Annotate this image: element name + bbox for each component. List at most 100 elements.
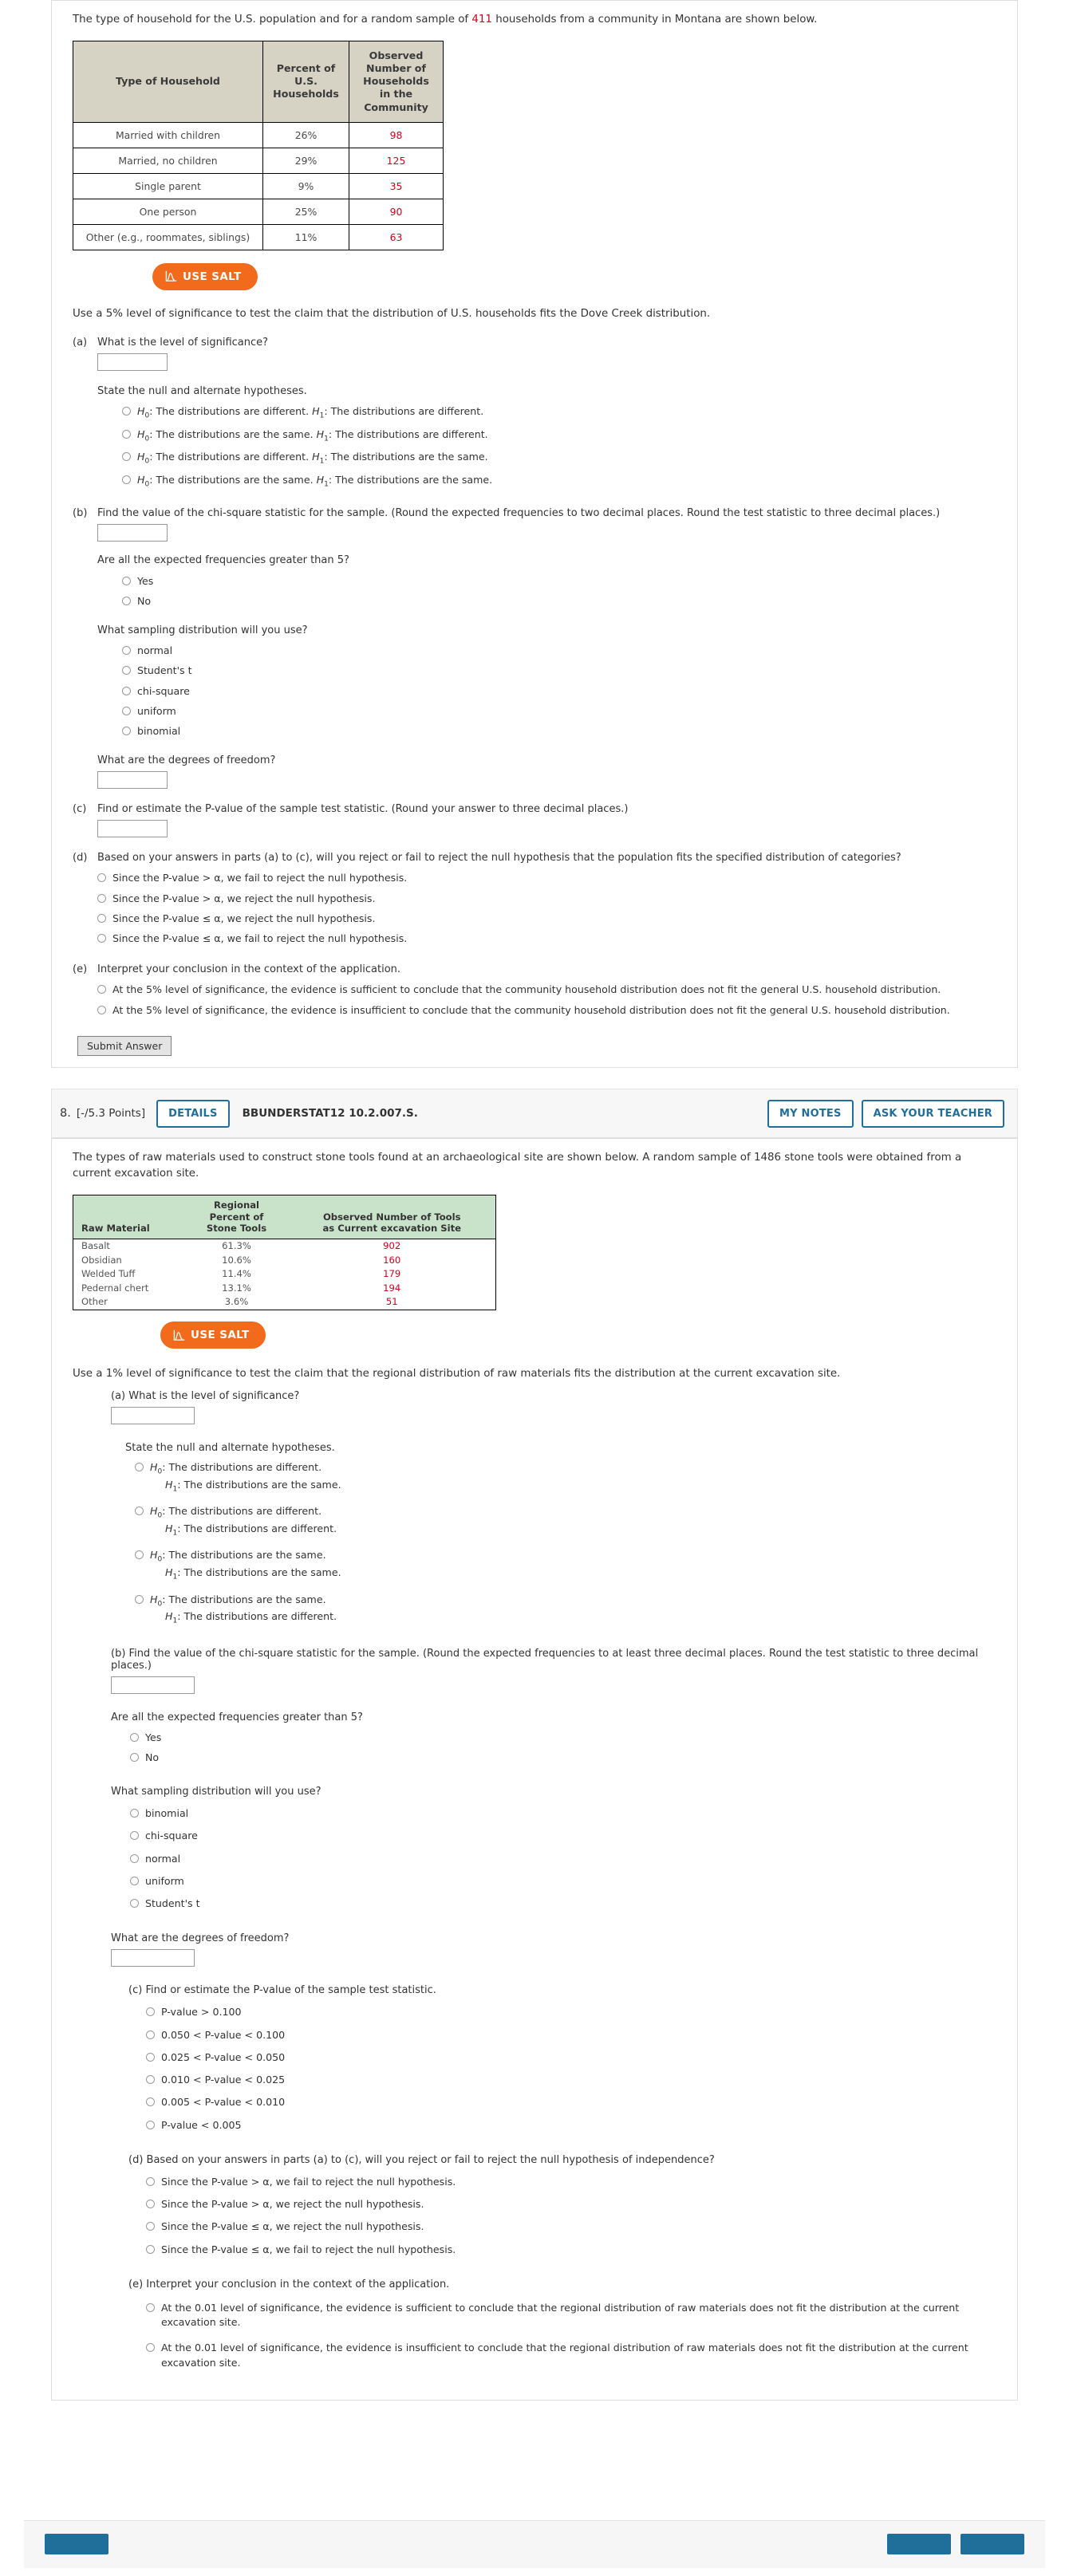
conclusion-option-1[interactable]: Since the P-value > α, we fail to reject…: [146, 2171, 996, 2193]
hypothesis-option-1[interactable]: H0: The distributions are different. H1:…: [135, 1459, 996, 1503]
chi-square-statistic-input[interactable]: [111, 1676, 195, 1694]
hypothesis-option-3[interactable]: H0: The distributions are different. H1:…: [122, 447, 996, 471]
radio-icon[interactable]: [122, 475, 131, 484]
radio-icon[interactable]: [122, 452, 131, 462]
p-value-option-6[interactable]: P-value < 0.005: [146, 2114, 996, 2137]
hypothesis-option-4[interactable]: H0: The distributions are the same. H1: …: [135, 1591, 996, 1630]
hypothesis-option-1[interactable]: H0: The distributions are different. H1:…: [122, 402, 996, 425]
p-value-option-4[interactable]: 0.010 < P-value < 0.025: [146, 2069, 996, 2091]
radio-icon[interactable]: [130, 1899, 139, 1908]
footer-secondary-button-2[interactable]: [961, 2534, 1024, 2555]
radio-icon[interactable]: [97, 913, 106, 923]
radio-icon[interactable]: [97, 934, 106, 943]
expected-option-yes[interactable]: Yes: [130, 1728, 996, 1748]
use-salt-button[interactable]: USE SALT: [152, 262, 258, 290]
chi-square-statistic-input[interactable]: [97, 524, 168, 542]
radio-icon[interactable]: [122, 646, 131, 656]
radio-icon[interactable]: [146, 2176, 155, 2186]
radio-icon[interactable]: [146, 2343, 155, 2353]
footer-actions: [887, 2534, 1024, 2555]
conclusion-option-2[interactable]: Since the P-value > α, we reject the nul…: [97, 888, 996, 908]
expected-option-yes[interactable]: Yes: [122, 571, 996, 591]
hypothesis-option-4[interactable]: H0: The distributions are the same. H1: …: [122, 470, 996, 493]
radio-icon[interactable]: [135, 1463, 144, 1472]
level-of-significance-input[interactable]: [97, 353, 168, 371]
radio-icon[interactable]: [122, 686, 131, 695]
level-of-significance-input[interactable]: [111, 1407, 195, 1425]
degrees-of-freedom-input[interactable]: [111, 1949, 195, 1967]
radio-icon[interactable]: [122, 576, 131, 585]
radio-icon[interactable]: [97, 985, 106, 995]
conclusion-option-3[interactable]: Since the P-value ≤ α, we reject the nul…: [97, 908, 996, 928]
hypothesis-option-2[interactable]: H0: The distributions are different. H1:…: [135, 1503, 996, 1546]
sampling-option-uniform[interactable]: uniform: [122, 701, 996, 721]
details-button[interactable]: DETAILS: [156, 1099, 230, 1128]
interpretation-option-2[interactable]: At the 5% level of significance, the evi…: [97, 1000, 996, 1020]
conclusion-option-4[interactable]: Since the P-value ≤ α, we fail to reject…: [97, 929, 996, 949]
interpretation-option-1[interactable]: At the 5% level of significance, the evi…: [97, 980, 996, 1000]
sampling-option-students-t[interactable]: Student's t: [122, 661, 996, 681]
sampling-option-binomial[interactable]: binomial: [130, 1802, 996, 1825]
radio-icon[interactable]: [130, 1831, 139, 1841]
footer-secondary-button-1[interactable]: [887, 2534, 951, 2555]
radio-icon[interactable]: [146, 2007, 155, 2017]
radio-icon[interactable]: [146, 2200, 155, 2209]
hypothesis-option-3[interactable]: H0: The distributions are the same. H1: …: [135, 1546, 996, 1590]
radio-icon[interactable]: [146, 2097, 155, 2107]
table-row: Married with children 26% 98: [73, 121, 444, 148]
degrees-of-freedom-input[interactable]: [97, 770, 168, 789]
sampling-option-uniform[interactable]: uniform: [130, 1870, 996, 1893]
my-notes-button[interactable]: MY NOTES: [767, 1099, 854, 1128]
radio-icon[interactable]: [146, 2052, 155, 2062]
p-value-option-5[interactable]: 0.005 < P-value < 0.010: [146, 2091, 996, 2113]
radio-icon[interactable]: [97, 893, 106, 903]
radio-icon[interactable]: [146, 2120, 155, 2129]
p-value-option-1[interactable]: P-value > 0.100: [146, 2001, 996, 2023]
radio-icon[interactable]: [130, 1733, 139, 1743]
sampling-option-normal[interactable]: normal: [130, 1848, 996, 1870]
expected-option-no[interactable]: No: [122, 591, 996, 611]
interpretation-option-1[interactable]: At the 0.01 level of significance, the e…: [146, 2295, 996, 2336]
radio-icon[interactable]: [122, 666, 131, 676]
degrees-of-freedom-prompt: What are the degrees of freedom?: [111, 1932, 290, 1945]
radio-icon[interactable]: [122, 727, 131, 736]
radio-icon[interactable]: [130, 1753, 139, 1763]
radio-icon[interactable]: [135, 1507, 144, 1516]
ask-your-teacher-button[interactable]: ASK YOUR TEACHER: [861, 1099, 1004, 1128]
p-value-option-2[interactable]: 0.050 < P-value < 0.100: [146, 2024, 996, 2046]
use-salt-button[interactable]: USE SALT: [160, 1321, 266, 1349]
radio-icon[interactable]: [146, 2030, 155, 2039]
radio-icon[interactable]: [146, 2222, 155, 2231]
sampling-option-students-t[interactable]: Student's t: [130, 1893, 996, 1915]
conclusion-option-4[interactable]: Since the P-value ≤ α, we fail to reject…: [146, 2239, 996, 2261]
radio-icon[interactable]: [122, 706, 131, 715]
interpretation-options-group: At the 5% level of significance, the evi…: [97, 980, 996, 1021]
radio-icon[interactable]: [146, 2075, 155, 2085]
p-value-option-3[interactable]: 0.025 < P-value < 0.050: [146, 2046, 996, 2069]
radio-icon[interactable]: [135, 1550, 144, 1560]
sampling-option-normal[interactable]: normal: [122, 641, 996, 661]
hypothesis-option-2[interactable]: H0: The distributions are the same. H1: …: [122, 424, 996, 447]
radio-icon[interactable]: [135, 1594, 144, 1604]
radio-icon[interactable]: [122, 429, 131, 439]
radio-icon[interactable]: [97, 873, 106, 883]
submit-answer-button[interactable]: Submit Answer: [77, 1036, 172, 1057]
radio-icon[interactable]: [130, 1876, 139, 1885]
sampling-option-chi-square[interactable]: chi-square: [122, 681, 996, 701]
sampling-option-binomial[interactable]: binomial: [122, 722, 996, 742]
radio-icon[interactable]: [146, 2244, 155, 2254]
p-value-input[interactable]: [97, 819, 168, 837]
radio-icon[interactable]: [122, 407, 131, 416]
conclusion-option-3[interactable]: Since the P-value ≤ α, we reject the nul…: [146, 2216, 996, 2238]
radio-icon[interactable]: [122, 596, 131, 605]
expected-option-no[interactable]: No: [130, 1748, 996, 1768]
radio-icon[interactable]: [130, 1853, 139, 1863]
radio-icon[interactable]: [146, 2302, 155, 2312]
radio-icon[interactable]: [130, 1809, 139, 1818]
footer-primary-button[interactable]: [45, 2534, 108, 2555]
conclusion-option-1[interactable]: Since the P-value > α, we fail to reject…: [97, 869, 996, 888]
interpretation-option-2[interactable]: At the 0.01 level of significance, the e…: [146, 2335, 996, 2376]
sampling-option-chi-square[interactable]: chi-square: [130, 1825, 996, 1847]
radio-icon[interactable]: [97, 1005, 106, 1014]
conclusion-option-2[interactable]: Since the P-value > α, we reject the nul…: [146, 2193, 996, 2216]
